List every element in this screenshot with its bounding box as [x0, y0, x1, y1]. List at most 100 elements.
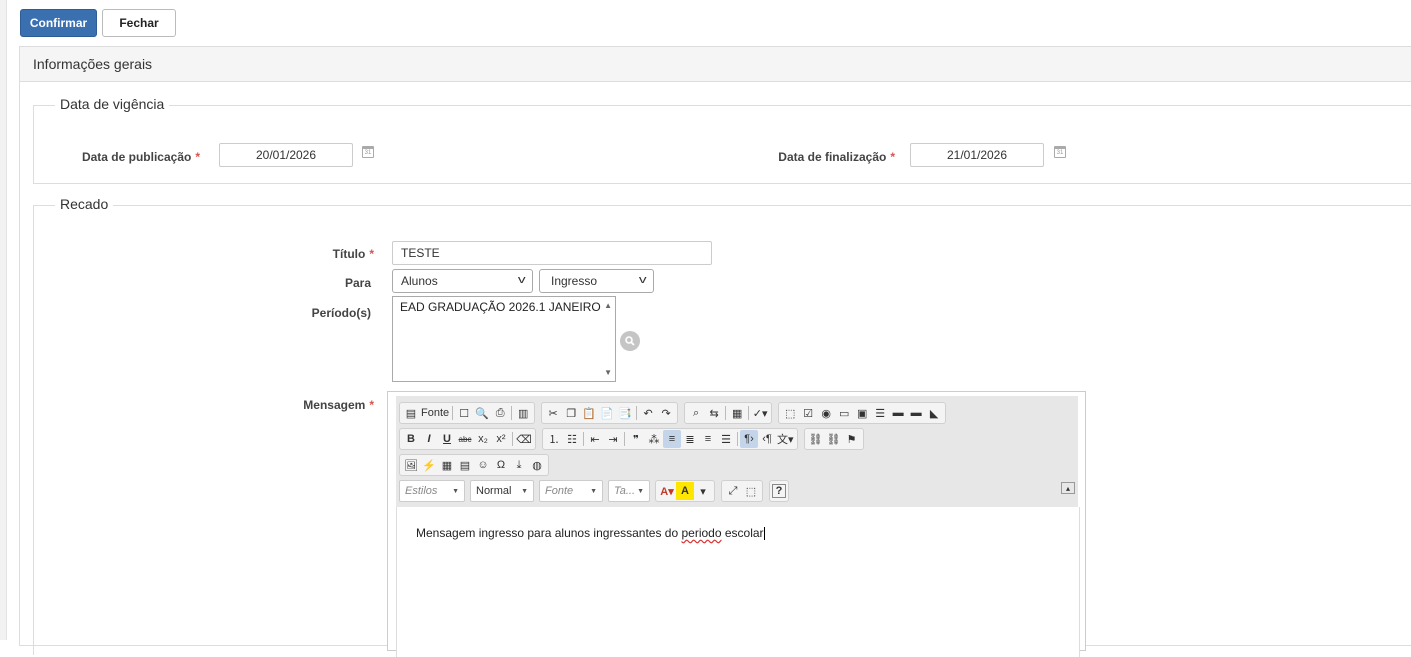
link-icon[interactable]: ⛓ [807, 430, 825, 448]
message-legend: Recado [55, 196, 114, 212]
strike-icon[interactable]: abc [456, 430, 474, 448]
collapse-toolbar-icon[interactable]: ▴ [1061, 482, 1075, 494]
bg-color-icon[interactable]: A [676, 482, 694, 500]
textarea-icon[interactable]: ▣ [853, 404, 871, 422]
recipient-type-select[interactable]: Ingresso v [539, 269, 654, 293]
left-border-strip [0, 0, 7, 640]
templates-icon[interactable]: ▥ [514, 404, 532, 422]
chevron-down-icon[interactable]: ▾ [694, 482, 712, 500]
align-right-icon[interactable]: ≡ [699, 430, 717, 448]
font-dropdown[interactable]: Fonte ▼ [539, 480, 603, 502]
toolbar-group-about: ? [769, 480, 789, 502]
chevron-down-icon: ▼ [590, 487, 597, 495]
toolbar-group-links: ⛓ ⛓ ⚑ [803, 428, 864, 450]
ltr-icon[interactable]: ¶› [740, 430, 758, 448]
preview-icon[interactable]: 🔍 [473, 404, 491, 422]
message-text[interactable]: Mensagem ingresso para alunos ingressant… [416, 526, 765, 541]
remove-format-icon[interactable]: ⌫ [515, 430, 533, 448]
blockquote-icon[interactable]: ❞ [627, 430, 645, 448]
bold-icon[interactable]: B [402, 430, 420, 448]
scroll-up-icon[interactable]: ▲ [604, 301, 612, 310]
paste-word-icon[interactable]: 📑 [616, 404, 634, 422]
publication-date-label: Data de publicação * [81, 150, 200, 164]
iframe-icon[interactable]: ◍ [528, 456, 546, 474]
editor-toolbar: ▤ Fonte ☐ 🔍 ⎙ ▥ ✂ ❐ 📋 📄 📑 ↶ ↷ ⌕ ⇆ ▦ ✓▾ ⬚… [396, 396, 1078, 507]
hidden-field-icon[interactable]: ◣ [925, 404, 943, 422]
toolbar-group-forms: ⬚ ☑ ◉ ▭ ▣ ☰ ▬ ▬ ◣ [778, 402, 947, 424]
end-date-input[interactable]: 21/01/2026 [910, 143, 1044, 167]
checkbox-icon[interactable]: ☑ [799, 404, 817, 422]
periods-listbox[interactable]: EAD GRADUAÇÃO 2026.1 JANEIRO ▲ ▼ [392, 296, 616, 382]
image-button-icon[interactable]: ▬ [907, 404, 925, 422]
editor-content[interactable]: Mensagem ingresso para alunos ingressant… [396, 507, 1080, 657]
paste-text-icon[interactable]: 📄 [598, 404, 616, 422]
italic-icon[interactable]: I [420, 430, 438, 448]
rtl-icon[interactable]: ‹¶ [758, 430, 776, 448]
text-field-icon[interactable]: ▭ [835, 404, 853, 422]
chevron-down-icon: ▼ [452, 487, 459, 495]
confirm-button[interactable]: Confirmar [20, 9, 97, 37]
anchor-icon[interactable]: ⚑ [843, 430, 861, 448]
cut-icon[interactable]: ✂ [544, 404, 562, 422]
special-char-icon[interactable]: Ω [492, 456, 510, 474]
indent-icon[interactable]: ⇥ [604, 430, 622, 448]
format-dropdown[interactable]: Normal ▼ [470, 480, 534, 502]
page-break-icon[interactable]: ⤓ [510, 456, 528, 474]
calendar-icon[interactable]: 31 [1054, 146, 1066, 158]
misspelled-word[interactable]: periodo [682, 526, 722, 540]
source-button[interactable]: Fonte [420, 404, 450, 422]
help-icon[interactable]: ? [772, 484, 786, 498]
justify-icon[interactable]: ☰ [717, 430, 735, 448]
rich-text-editor[interactable]: ▤ Fonte ☐ 🔍 ⎙ ▥ ✂ ❐ 📋 📄 📑 ↶ ↷ ⌕ ⇆ ▦ ✓▾ ⬚… [387, 391, 1086, 657]
to-label: Para [344, 276, 371, 290]
bulleted-list-icon[interactable]: ☷ [563, 430, 581, 448]
publication-date-input[interactable]: 20/01/2026 [219, 143, 353, 167]
form-icon[interactable]: ⬚ [781, 404, 799, 422]
find-icon[interactable]: ⌕ [687, 404, 705, 422]
source-icon[interactable]: ▤ [402, 404, 420, 422]
div-container-icon[interactable]: ⁂ [645, 430, 663, 448]
copy-icon[interactable]: ❐ [562, 404, 580, 422]
toolbar-group-editing: ⌕ ⇆ ▦ ✓▾ [684, 402, 773, 424]
language-icon[interactable]: 文▾ [776, 430, 795, 448]
smiley-icon[interactable]: ☺ [474, 456, 492, 474]
font-size-dropdown[interactable]: Ta... ▼ [608, 480, 650, 502]
undo-icon[interactable]: ↶ [639, 404, 657, 422]
toolbar-group-colors: A▾ A ▾ [655, 480, 715, 502]
button-field-icon[interactable]: ▬ [889, 404, 907, 422]
subscript-icon[interactable]: x₂ [474, 430, 492, 448]
numbered-list-icon[interactable]: ⒈ [545, 430, 563, 448]
scroll-down-icon[interactable]: ▼ [604, 368, 612, 377]
search-icon[interactable] [620, 331, 640, 351]
replace-icon[interactable]: ⇆ [705, 404, 723, 422]
print-icon[interactable]: ⎙ [491, 404, 509, 422]
close-button[interactable]: Fechar [102, 9, 176, 37]
maximize-icon[interactable]: ⤢ [724, 482, 742, 500]
text-caret [763, 527, 765, 541]
flash-icon[interactable]: ⚡ [420, 456, 438, 474]
styles-dropdown[interactable]: Estilos ▼ [399, 480, 465, 502]
title-input[interactable]: TESTE [392, 241, 712, 265]
text-color-icon[interactable]: A▾ [658, 482, 676, 500]
underline-icon[interactable]: U [438, 430, 456, 448]
new-page-icon[interactable]: ☐ [455, 404, 473, 422]
image-icon[interactable]: 🖼 [402, 456, 420, 474]
align-center-icon[interactable]: ≣ [681, 430, 699, 448]
horizontal-rule-icon[interactable]: ▤ [456, 456, 474, 474]
paste-icon[interactable]: 📋 [580, 404, 598, 422]
select-all-icon[interactable]: ▦ [728, 404, 746, 422]
radio-icon[interactable]: ◉ [817, 404, 835, 422]
redo-icon[interactable]: ↷ [657, 404, 675, 422]
toolbar-group-paragraph: ⒈ ☷ ⇤ ⇥ ❞ ⁂ ≡ ≣ ≡ ☰ ¶› ‹¶ 文▾ [542, 428, 798, 450]
select-field-icon[interactable]: ☰ [871, 404, 889, 422]
table-icon[interactable]: ▦ [438, 456, 456, 474]
recipient-select[interactable]: Alunos v [392, 269, 533, 293]
align-left-icon[interactable]: ≡ [663, 430, 681, 448]
spellcheck-icon[interactable]: ✓▾ [751, 404, 769, 422]
outdent-icon[interactable]: ⇤ [586, 430, 604, 448]
show-blocks-icon[interactable]: ⬚ [742, 482, 760, 500]
calendar-icon[interactable]: 31 [362, 146, 374, 158]
superscript-icon[interactable]: x² [492, 430, 510, 448]
unlink-icon[interactable]: ⛓ [825, 430, 843, 448]
period-option[interactable]: EAD GRADUAÇÃO 2026.1 JANEIRO [400, 300, 601, 314]
